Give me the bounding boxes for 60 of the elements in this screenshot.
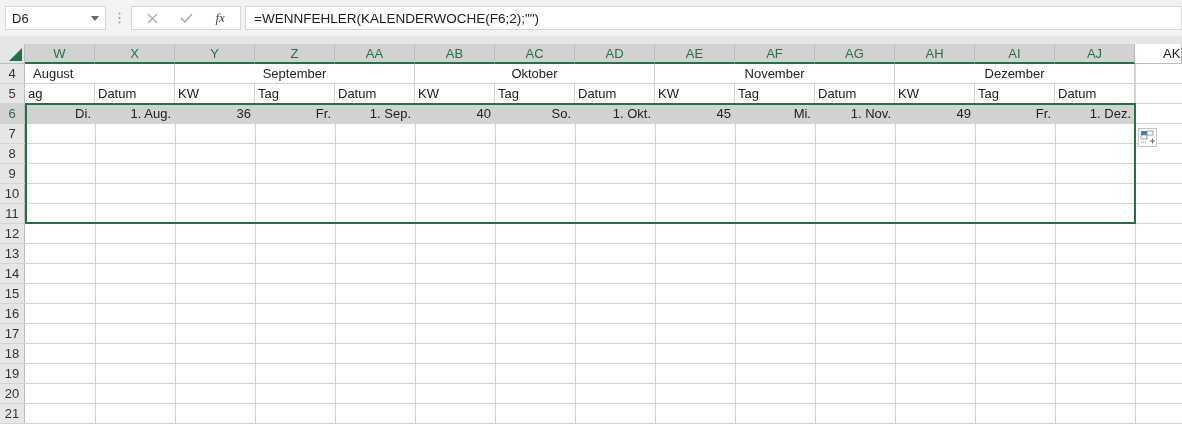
table-cell: Oktober <box>415 64 655 83</box>
column-header[interactable]: X <box>95 44 175 64</box>
row-header[interactable]: 21 <box>0 404 25 423</box>
name-box[interactable]: D6 <box>5 6 106 30</box>
row-header[interactable]: 6 <box>0 104 25 123</box>
table-cell: ag <box>25 84 95 103</box>
column-header[interactable]: AB <box>415 44 495 64</box>
row-header[interactable]: 12 <box>0 224 25 243</box>
row-header[interactable]: 7 <box>0 124 25 143</box>
table-cell: Datum <box>95 84 175 103</box>
table-cell: KW <box>175 84 255 103</box>
row-header[interactable]: 9 <box>0 164 25 183</box>
checkmark-icon[interactable] <box>180 13 194 23</box>
table-cell: Tag <box>255 84 335 103</box>
table-cell: September <box>175 64 415 83</box>
grip-icon <box>118 12 121 24</box>
row-header[interactable]: 14 <box>0 264 25 283</box>
select-all-icon[interactable] <box>9 48 22 61</box>
column-header[interactable]: AE <box>655 44 735 64</box>
table-cell: Tag <box>975 84 1055 103</box>
table-cell: KW <box>655 84 735 103</box>
row-header[interactable]: 11 <box>0 204 25 223</box>
cancel-icon[interactable] <box>147 12 159 24</box>
row-header[interactable]: 18 <box>0 344 25 363</box>
row-header[interactable]: 4 <box>0 64 25 83</box>
column-header[interactable]: AJ <box>1055 44 1135 64</box>
table-cell: KW <box>895 84 975 103</box>
row-header[interactable]: 8 <box>0 144 25 163</box>
row-header[interactable]: 13 <box>0 244 25 263</box>
column-header[interactable]: W <box>25 44 95 64</box>
column-header[interactable]: Y <box>175 44 255 64</box>
row-header[interactable]: 17 <box>0 324 25 343</box>
column-header[interactable]: AA <box>335 44 415 64</box>
row-header[interactable]: 16 <box>0 304 25 323</box>
table-cell: Tag <box>495 84 575 103</box>
formula-field[interactable]: =WENNFEHLER(KALENDERWOCHE(F6;2);"") <box>245 6 1182 30</box>
row-header[interactable]: 19 <box>0 364 25 383</box>
column-header[interactable]: AK <box>1135 44 1182 64</box>
row-header[interactable]: 15 <box>0 284 25 303</box>
column-header[interactable]: AI <box>975 44 1055 64</box>
column-header[interactable]: AF <box>735 44 815 64</box>
table-cell: KW <box>415 84 495 103</box>
row-header[interactable]: 5 <box>0 84 25 103</box>
table-cell: November <box>655 64 895 83</box>
dropdown-caret-icon[interactable] <box>91 15 99 21</box>
column-header[interactable]: AH <box>895 44 975 64</box>
table-cell: Datum <box>335 84 415 103</box>
table-cell: Datum <box>815 84 895 103</box>
table-cell: Datum <box>575 84 655 103</box>
table-cell: Datum <box>1055 84 1135 103</box>
row-header[interactable]: 10 <box>0 184 25 203</box>
quick-analysis-icon[interactable] <box>1138 128 1157 147</box>
row-header[interactable]: 20 <box>0 384 25 403</box>
column-header[interactable]: AD <box>575 44 655 64</box>
table-cell: Tag <box>735 84 815 103</box>
column-header[interactable]: AC <box>495 44 575 64</box>
column-header[interactable]: AG <box>815 44 895 64</box>
insert-function-button[interactable]: fx <box>215 10 225 26</box>
column-header[interactable]: Z <box>255 44 335 64</box>
table-cell: Dezember <box>895 64 1135 83</box>
